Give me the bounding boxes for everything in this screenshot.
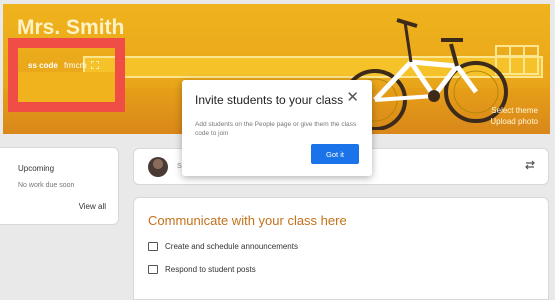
invite-dialog: Invite students to your class ✕ Add stud… <box>182 80 372 176</box>
view-all-link[interactable]: View all <box>79 202 106 211</box>
select-theme-link[interactable]: Select theme <box>491 106 538 115</box>
announcements-label: Create and schedule announcements <box>165 242 298 251</box>
communicate-title: Communicate with your class here <box>148 213 347 228</box>
repost-icon[interactable] <box>524 159 536 174</box>
upcoming-subtitle: No work due soon <box>18 182 75 189</box>
class-code-highlight <box>8 38 125 112</box>
class-code-label: ss code <box>28 61 58 70</box>
dialog-title: Invite students to your class <box>195 93 344 107</box>
upload-photo-link[interactable]: Upload photo <box>490 117 538 126</box>
upcoming-card: Upcoming No work due soon View all <box>0 147 119 225</box>
avatar <box>148 157 168 177</box>
fullscreen-icon[interactable] <box>90 60 100 70</box>
dialog-body: Add students on the People page or give … <box>195 121 357 138</box>
class-code[interactable]: ss code frmcrb <box>28 60 100 70</box>
posts-label: Respond to student posts <box>165 265 256 274</box>
got-it-button[interactable]: Got it <box>311 144 359 164</box>
posts-icon <box>148 265 158 274</box>
class-title: Mrs. Smith <box>17 16 125 39</box>
posts-item: Respond to student posts <box>148 265 256 274</box>
close-icon[interactable]: ✕ <box>346 90 359 105</box>
communicate-card: Communicate with your class here Create … <box>133 197 549 300</box>
announcement-icon <box>148 242 158 251</box>
class-code-value: frmcrb <box>64 61 87 70</box>
upcoming-title: Upcoming <box>18 164 55 173</box>
announcements-item: Create and schedule announcements <box>148 242 298 251</box>
